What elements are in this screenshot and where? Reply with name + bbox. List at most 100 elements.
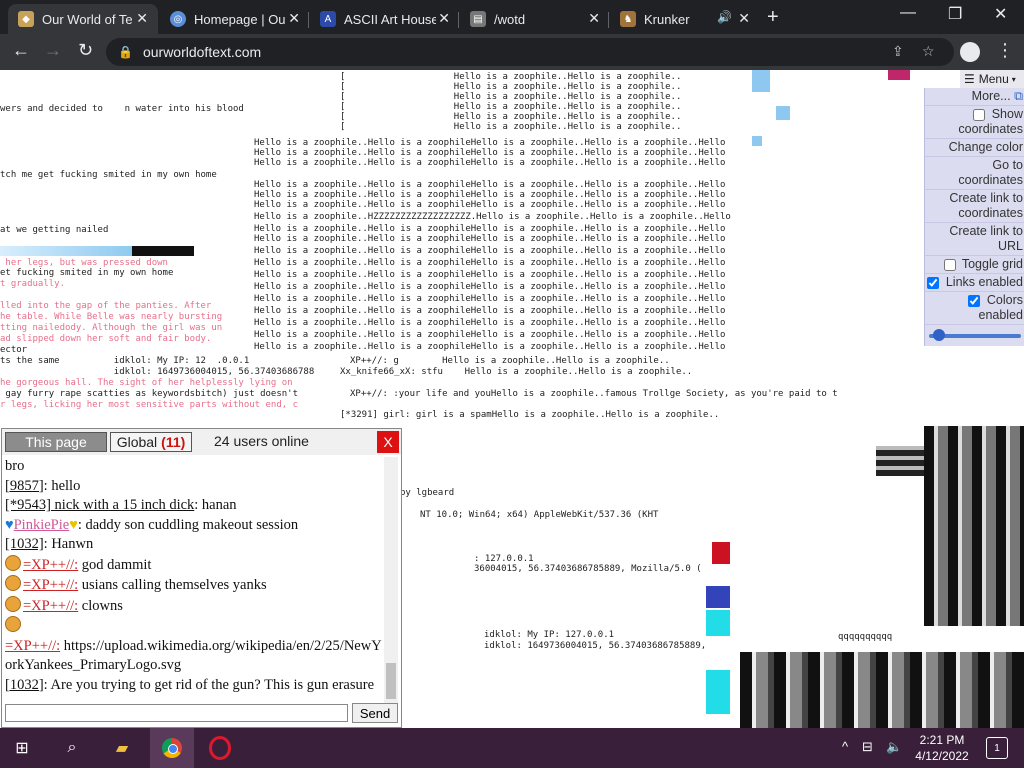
chat-message: bro [5,457,383,477]
message-text: : Are you trying to get rid of the gun? … [43,676,375,693]
username-link[interactable]: =XP++//: [23,577,78,593]
menu-item-create-link-url[interactable]: Create link to URL [925,223,1024,256]
chat-window: This page Global (11) 24 users online X … [1,428,402,728]
clock-time: 2:21 PM [919,733,965,747]
minimize-icon[interactable]: — [900,4,916,22]
show-coordinates-checkbox[interactable] [973,108,986,121]
world-text-line: [ Hello is a zoophile..Hello is a zoophi… [340,82,682,92]
chat-send-button[interactable]: Send [352,703,398,723]
close-tab-icon[interactable]: ✕ [588,10,600,27]
browser-tab-krunker[interactable]: ♞ Krunker 🔊 ✕ [610,4,760,34]
world-text-line: NT 10.0; Win64; x64) AppleWebKit/537.36 … [420,510,659,520]
links-enabled-checkbox[interactable] [927,276,940,289]
notification-center-icon[interactable]: 1 [986,737,1008,759]
restore-icon[interactable]: ❐ [948,4,962,24]
opera-icon[interactable] [208,736,232,760]
file-explorer-icon[interactable]: ▰ [110,736,134,760]
world-text-line: [ Hello is a zoophile..Hello is a zoophi… [340,92,682,102]
user-id-link[interactable]: [1032] [5,677,44,693]
chevron-up-icon[interactable]: ^ [842,739,848,754]
color-block [132,246,194,256]
volume-icon[interactable]: 🔈 [886,739,902,755]
address-bar[interactable]: 🔒 ourworldoftext.com ⇪ ☆ [106,38,954,66]
reload-icon[interactable]: ↻ [78,40,93,61]
chat-message-input[interactable] [5,704,348,722]
chrome-icon[interactable] [160,736,184,760]
menu-item-create-link-coordinates[interactable]: Create link to coordinates [925,190,1024,223]
world-text-line: gay furry rape scatties as keywordsbitch… [0,389,304,399]
search-icon[interactable]: ⌕ [60,736,84,760]
chevron-down-icon: ▾ [1011,74,1016,84]
world-text-line: : 127.0.0.1 [474,554,534,564]
world-text-line: [ Hello is a zoophile..Hello is a zoophi… [340,102,682,112]
world-text-line: [*3291] girl: girl is a spamHello is a z… [340,410,720,420]
chat-close-button[interactable]: X [377,431,399,453]
user-id-link[interactable]: [1032] [5,536,44,552]
chat-message-log[interactable]: bro [9857]: hello [*9543] nick with a 15… [5,457,383,707]
username-link[interactable]: =XP++//: [5,638,60,654]
external-link-icon: ⧉ [1014,89,1023,103]
lock-icon[interactable]: 🔒 [118,45,133,59]
system-clock[interactable]: 2:21 PM 4/12/2022 [912,732,972,764]
message-text: : hello [43,477,81,494]
username-link[interactable]: PinkiePie [14,517,70,533]
user-id-link[interactable]: [*9543] [5,497,51,513]
speaker-icon[interactable]: 🔊 [717,10,732,24]
share-icon[interactable]: ⇪ [892,43,904,60]
chat-scrollbar[interactable] [384,457,398,707]
new-tab-plus-icon[interactable]: + [767,6,779,29]
windows-start-icon[interactable]: ⊞ [10,736,34,760]
world-text-line: r legs, licking her most sensitive parts… [0,400,299,410]
menu-item-label: Go to coordinates [958,158,1023,187]
menu-item-show-coordinates[interactable]: Show coordinates [925,106,1024,139]
forward-arrow-icon[interactable]: → [44,40,62,61]
world-text-line: qqqqqqqqqq [838,632,893,642]
chat-message: [1032]: Hanwn [5,535,383,555]
menu-item-change-color[interactable]: Change color [925,139,1024,157]
browser-tab-ourworldoftext[interactable]: ◆ Our World of Te ✕ [8,4,158,34]
bookmark-star-icon[interactable]: ☆ [922,43,935,60]
world-text-line: idklol: My IP: 127.0.0.1 [484,630,615,640]
chat-message: =XP++//: usians calling themselves yanks [5,575,383,596]
zoom-slider[interactable] [929,329,1021,341]
browser-tab-homepage[interactable]: ◎ Homepage | Ou ✕ [160,4,310,34]
menu-item-go-to-coordinates[interactable]: Go to coordinates [925,157,1024,190]
username-link[interactable]: =XP++//: [23,557,78,573]
toggle-grid-checkbox[interactable] [943,258,956,271]
chat-tab-this-page[interactable]: This page [5,432,107,452]
message-text: : daddy son cuddling makeout session [77,516,299,533]
user-id-link[interactable]: [9857] [5,478,44,494]
chat-tab-label: This page [25,434,87,450]
close-tab-icon[interactable]: ✕ [738,10,750,27]
close-tab-icon[interactable]: ✕ [136,10,148,27]
browser-tab-wotd[interactable]: ▤ /wotd ✕ [460,4,610,34]
username-link[interactable]: nick with a 15 inch dick [51,497,195,513]
window-close-icon[interactable]: ✕ [994,4,1007,24]
page-favicon-icon: ▤ [470,11,486,27]
network-icon[interactable]: ⊟ [862,739,873,755]
chat-message: [*9543] nick with a 15 inch dick: hanan [5,496,383,516]
close-tab-icon[interactable]: ✕ [438,10,450,27]
menu-button[interactable]: ☰ Menu ▾ [960,70,1024,88]
message-text[interactable]: https://upload.wikimedia.org/wikipedia/e… [5,638,382,674]
browser-tab-ascii-art-house[interactable]: A ASCII Art House ✕ [310,4,460,34]
world-text-line: XP++//: :your life and youHello is a zoo… [350,389,838,399]
kebab-menu-icon[interactable]: ⋮ [996,40,1014,61]
zoom-slider-handle[interactable] [933,329,945,341]
url-text[interactable]: ourworldoftext.com [143,44,261,60]
menu-item-colors-enabled[interactable]: Colors enabled [925,292,1024,325]
menu-item-more[interactable]: More... ⧉ [925,88,1024,106]
menu-icon: ☰ [964,72,975,86]
back-arrow-icon[interactable]: ← [12,40,30,61]
chat-message: =XP++//: https://upload.wikimedia.org/wi… [5,637,383,676]
username-link[interactable]: =XP++//: [23,598,78,614]
profile-avatar-icon[interactable] [960,42,980,62]
chat-tab-global[interactable]: Global (11) [110,432,192,452]
menu-item-label: Links enabled [945,275,1023,289]
world-text-line: ad slipped down her soft and fair body. [0,334,212,344]
close-tab-icon[interactable]: ✕ [288,10,300,27]
menu-item-toggle-grid[interactable]: Toggle grid [925,256,1024,274]
menu-item-links-enabled[interactable]: Links enabled [925,274,1024,292]
colors-enabled-checkbox[interactable] [968,294,981,307]
chat-scrollbar-thumb[interactable] [386,663,396,699]
